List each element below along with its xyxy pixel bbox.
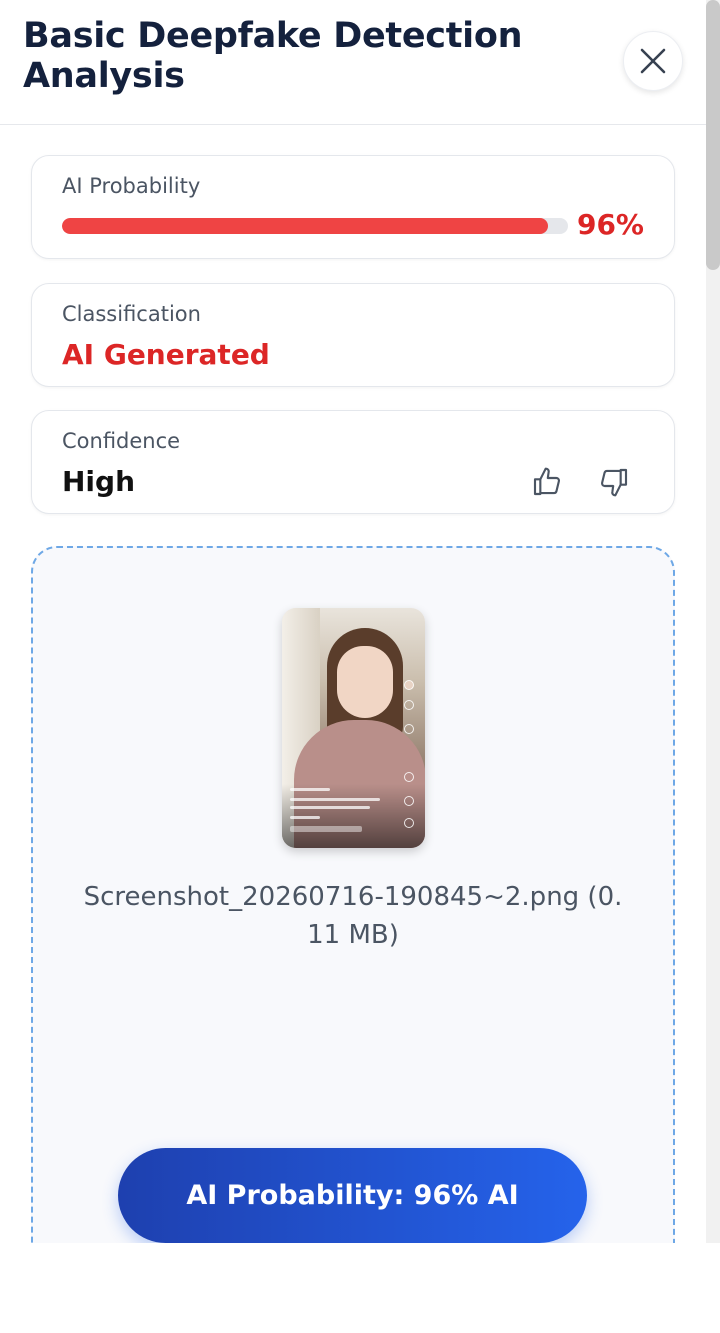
confidence-label: Confidence (62, 429, 181, 453)
thumbs-down-button[interactable] (597, 465, 631, 499)
scrollbar[interactable] (706, 0, 720, 1243)
thumbs-down-icon (600, 468, 628, 497)
classification-card: Classification AI Generated (31, 283, 675, 387)
uploaded-file-name: Screenshot_20260716-190845~2.png (0. 11 … (83, 882, 623, 950)
ai-probability-label: AI Probability (62, 174, 201, 198)
thumbs-up-button[interactable] (530, 465, 564, 499)
classification-label: Classification (62, 302, 201, 326)
uploaded-image-thumbnail (282, 608, 425, 848)
scrollbar-thumb[interactable] (706, 0, 720, 270)
page-title: Basic Deepfake Detection Analysis (23, 16, 523, 96)
ai-probability-bar (62, 218, 568, 234)
classification-value: AI Generated (62, 338, 270, 371)
upload-dropzone[interactable]: Screenshot_20260716-190845~2.png (0. 11 … (31, 546, 675, 1243)
panel-header: Basic Deepfake Detection Analysis (0, 0, 706, 125)
ai-probability-card: AI Probability 96% (31, 155, 675, 259)
analysis-panel: Basic Deepfake Detection Analysis AI Pro… (0, 0, 706, 1243)
thumbs-up-icon (533, 467, 561, 496)
confidence-card: Confidence High (31, 410, 675, 514)
confidence-value: High (62, 465, 136, 498)
ai-probability-result-button[interactable]: AI Probability: 96% AI (118, 1148, 587, 1243)
close-button[interactable] (623, 31, 683, 91)
close-icon (640, 48, 666, 74)
ai-probability-bar-fill (62, 218, 548, 234)
ai-probability-value: 96% (576, 208, 644, 241)
